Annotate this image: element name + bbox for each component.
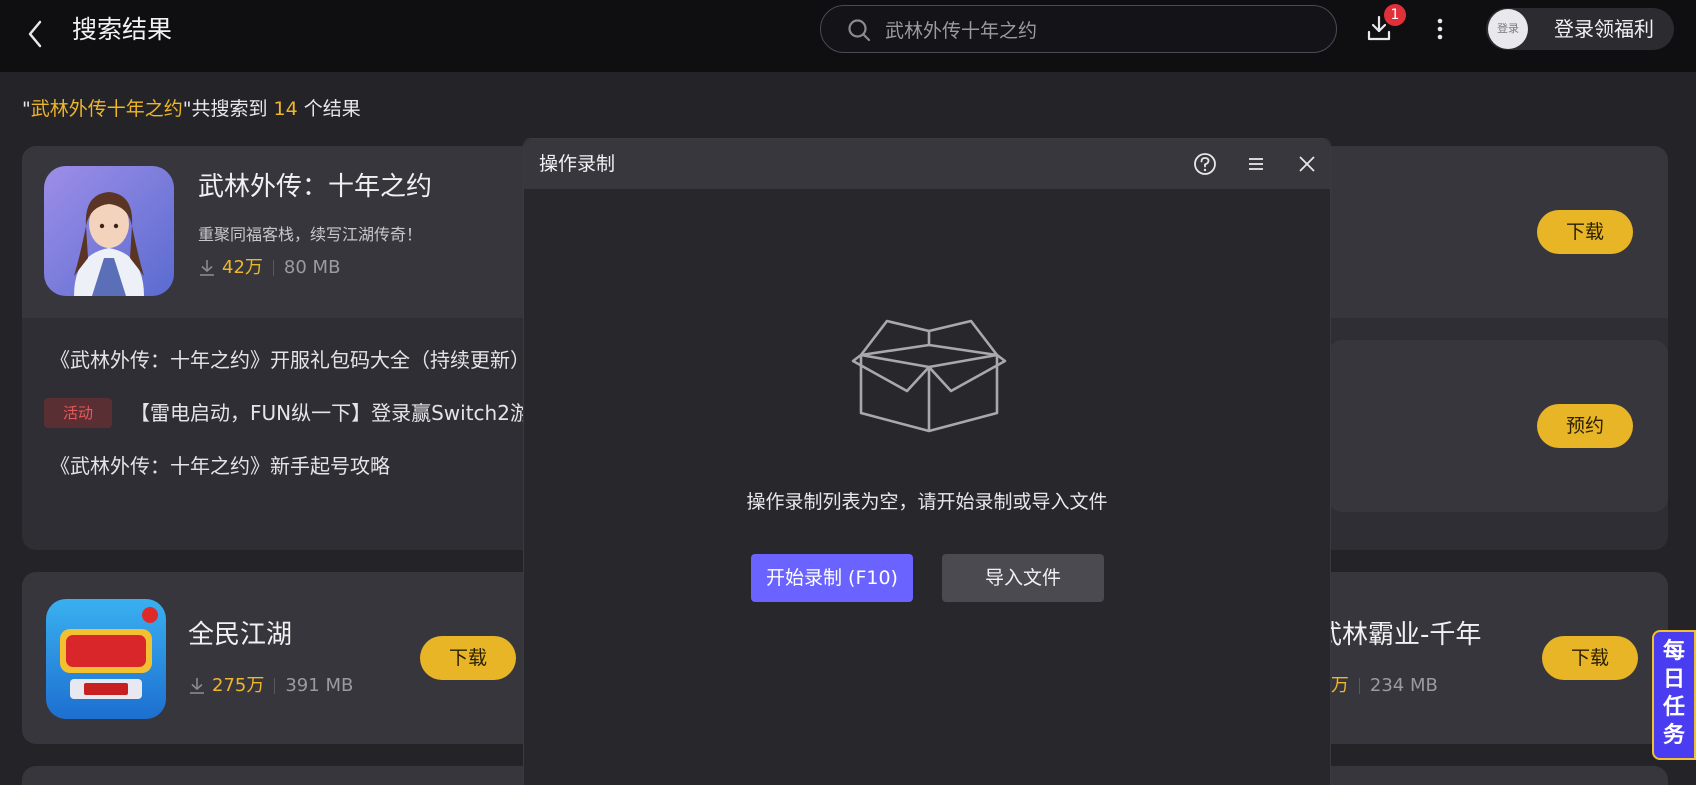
- help-icon: [1194, 153, 1216, 175]
- app-icon-wulin[interactable]: [44, 166, 174, 296]
- download-button[interactable]: 下载: [420, 636, 516, 680]
- more-menu-button[interactable]: [1430, 14, 1450, 44]
- result-card-reserve: 预约: [1328, 340, 1668, 512]
- search-icon: [848, 19, 871, 42]
- login-label: 登录领福利: [1554, 17, 1654, 41]
- download-count: 275万: [212, 675, 265, 696]
- menu-button[interactable]: [1243, 151, 1269, 177]
- download-count-badge: 1: [1384, 4, 1406, 26]
- result-count: 14: [273, 98, 298, 120]
- import-file-button[interactable]: 导入文件: [942, 554, 1104, 602]
- close-icon: [1299, 156, 1315, 172]
- file-size: 80 MB: [283, 257, 341, 278]
- help-button[interactable]: [1192, 151, 1218, 177]
- app-description: 重聚同福客栈，续写江湖传奇！: [198, 225, 423, 244]
- download-count: 42万: [222, 257, 263, 278]
- start-recording-button[interactable]: 开始录制 (F10): [751, 554, 913, 602]
- chevron-left-icon: [28, 20, 42, 48]
- back-button[interactable]: [22, 14, 50, 54]
- app-icon-quanmin[interactable]: [46, 599, 166, 719]
- daily-task-widget[interactable]: 每日任务: [1652, 630, 1696, 760]
- game-logo-icon: [46, 599, 166, 719]
- news-item[interactable]: 《武林外传：十年之约》新手起号攻略: [50, 452, 390, 480]
- operation-record-dialog: 操作录制 操作录制列表为空，请开始录制或导入文件 开始录制 (F10) 导入文件: [523, 138, 1331, 785]
- page-title: 搜索结果: [72, 15, 173, 44]
- empty-box-icon: [851, 319, 1007, 433]
- search-query: 武林外传十年之约: [30, 98, 183, 120]
- dialog-title: 操作录制: [539, 153, 616, 175]
- app-meta: 42万 80 MB: [198, 256, 340, 280]
- game-character-icon: [44, 166, 174, 296]
- download-count-icon: [200, 260, 214, 276]
- close-button[interactable]: [1294, 151, 1320, 177]
- search-box[interactable]: [820, 5, 1337, 53]
- reserve-button[interactable]: 预约: [1537, 404, 1633, 448]
- top-bar: 搜索结果 1 登录 登录领福利: [0, 0, 1696, 72]
- app-name[interactable]: 武林霸业-千年: [1316, 618, 1481, 652]
- more-vertical-icon: [1437, 18, 1443, 40]
- empty-state-text: 操作录制列表为空，请开始录制或导入文件: [746, 491, 1108, 513]
- file-size: 391 MB: [285, 675, 354, 696]
- news-item[interactable]: 【雷电启动，FUN纵一下】登录赢Switch2游戏机: [130, 399, 570, 427]
- result-summary: "武林外传十年之约"共搜索到 14 个结果: [22, 98, 361, 120]
- menu-icon: [1249, 158, 1263, 170]
- file-size: 234 MB: [1369, 675, 1438, 696]
- app-name[interactable]: 武林外传：十年之约: [198, 170, 432, 204]
- app-name[interactable]: 全民江湖: [188, 618, 292, 652]
- dialog-header: 操作录制: [524, 139, 1330, 189]
- app-meta: 275万 391 MB: [188, 674, 353, 698]
- download-count-icon: [190, 678, 204, 694]
- login-button[interactable]: 登录 登录领福利: [1486, 8, 1674, 50]
- avatar: 登录: [1488, 9, 1528, 49]
- daily-task-label: 每日任务: [1662, 639, 1685, 748]
- news-item[interactable]: 《武林外传：十年之约》开服礼包码大全（持续更新）: [50, 346, 530, 374]
- download-button[interactable]: 下载: [1537, 210, 1633, 254]
- activity-tag: 活动: [44, 398, 112, 428]
- download-button[interactable]: 下载: [1542, 636, 1638, 680]
- search-input[interactable]: [885, 6, 1305, 52]
